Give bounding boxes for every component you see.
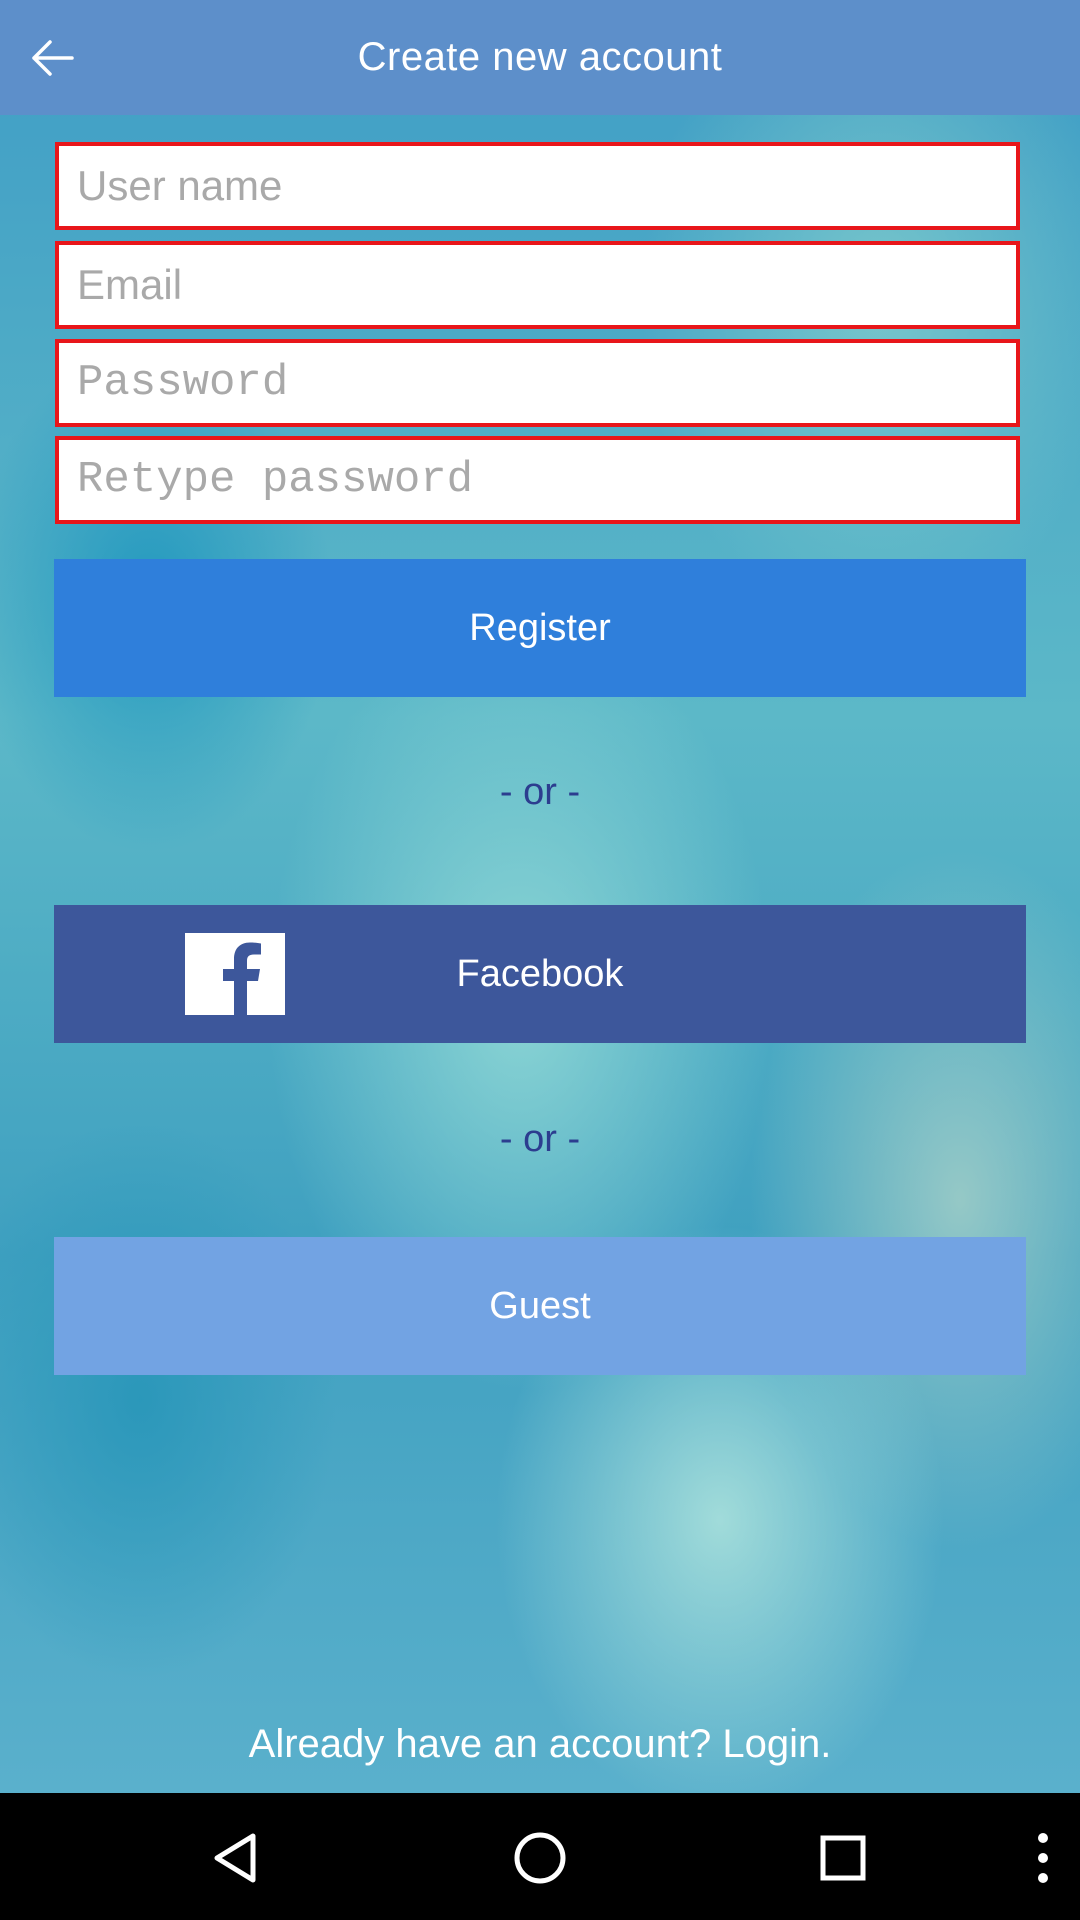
guest-label: Guest [489, 1284, 591, 1327]
facebook-logo-icon [185, 933, 285, 1015]
system-nav-bar [0, 1793, 1080, 1920]
nav-recents-button[interactable] [798, 1813, 888, 1903]
email-field[interactable] [55, 241, 1020, 329]
app-bar: Create new account [0, 0, 1080, 115]
circle-home-icon [514, 1832, 566, 1884]
guest-button[interactable]: Guest [54, 1237, 1026, 1375]
register-label: Register [469, 606, 611, 649]
arrow-left-icon [32, 40, 74, 76]
or-separator-1: - or - [499, 771, 581, 813]
email-input[interactable] [59, 245, 1016, 325]
login-link[interactable]: Already have an account? Login. [0, 1722, 1080, 1767]
retype-password-input[interactable] [59, 440, 1016, 520]
register-button[interactable]: Register [54, 559, 1026, 697]
password-field[interactable] [55, 339, 1020, 427]
triangle-back-icon [214, 1833, 256, 1883]
nav-back-button[interactable] [192, 1813, 282, 1903]
nav-menu-button[interactable] [982, 1813, 1072, 1903]
or-separator-2: - or - [499, 1118, 581, 1160]
page-title: Create new account [357, 35, 723, 79]
retype-password-field[interactable] [55, 436, 1020, 524]
facebook-button[interactable]: Facebook [54, 905, 1026, 1043]
square-recents-icon [820, 1835, 866, 1881]
nav-home-button[interactable] [495, 1813, 585, 1903]
username-field[interactable] [55, 142, 1020, 230]
screen: Create new account Register - or - Faceb… [0, 0, 1080, 1920]
facebook-label: Facebook [456, 952, 624, 995]
username-input[interactable] [59, 146, 1016, 226]
back-button[interactable] [22, 28, 82, 88]
password-input[interactable] [59, 343, 1016, 423]
vertical-dots-icon [1038, 1833, 1048, 1883]
